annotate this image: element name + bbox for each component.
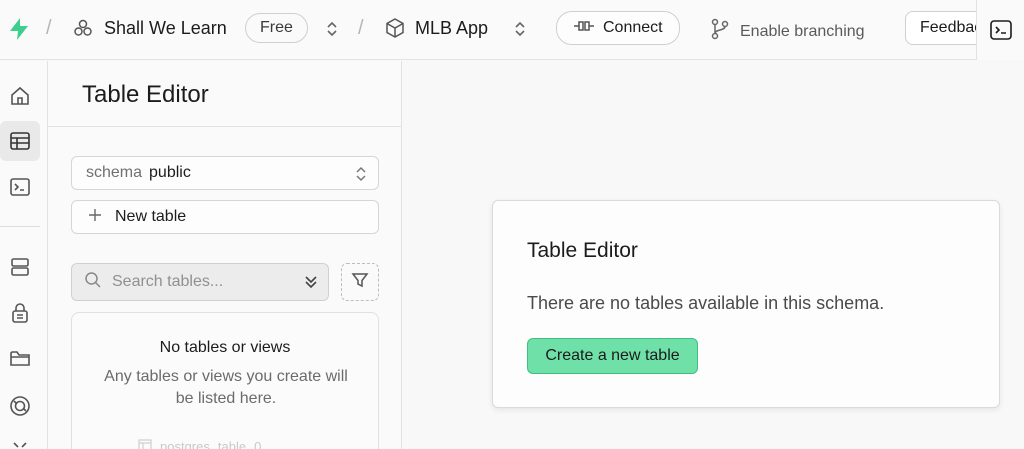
search-icon [84,271,102,294]
connect-button[interactable]: Connect [556,11,680,45]
project-cube-icon [384,17,406,39]
feedback-button[interactable]: Feedback [905,11,985,45]
table-editor-side-panel: Table Editor schema public New table No … [48,61,402,449]
new-table-button[interactable]: New table [71,200,379,234]
realtime-icon[interactable] [0,386,40,426]
empty-description: Any tables or views you create will be l… [104,368,348,407]
enable-branching-label: Enable branching [740,22,865,40]
schema-label: schema [86,164,143,181]
plug-icon [573,19,595,38]
edge-functions-icon[interactable] [0,429,40,449]
plan-badge: Free [245,13,308,43]
project-name[interactable]: MLB App [415,18,488,39]
card-description: There are no tables available in this sc… [527,293,885,313]
supabase-logo-icon[interactable] [6,16,32,42]
ghost-name: table [217,439,247,449]
schema-value: public [149,164,191,181]
empty-schema-card: Table Editor There are no tables availab… [492,200,1000,408]
ghost-schema: postgres [160,439,210,449]
main-content: Table Editor There are no tables availab… [403,61,1024,449]
create-new-table-button[interactable]: Create a new table [527,338,698,374]
empty-title: No tables or views [159,339,291,356]
plus-icon [88,208,102,227]
org-name[interactable]: Shall We Learn [104,18,227,39]
search-tables-input[interactable] [112,273,292,291]
search-tables-field[interactable] [71,263,329,301]
panel-header: Table Editor [48,61,401,127]
auth-lock-icon[interactable] [0,293,40,333]
database-icon[interactable] [0,247,40,287]
project-switcher-chevron-icon[interactable] [513,19,527,39]
left-nav-rail [0,61,48,449]
ghost-count: 0 [254,439,262,449]
schema-selector[interactable]: schema public [71,156,379,190]
home-icon[interactable] [0,76,40,116]
breadcrumb-separator: / [358,17,364,39]
enable-branching-button[interactable]: Enable branching [710,18,865,45]
chevrons-down-icon[interactable] [304,274,318,295]
filter-button[interactable] [341,263,379,301]
breadcrumb-separator: / [46,17,52,39]
org-icon [72,17,94,39]
ghost-table-row: postgres table 0 [138,439,261,449]
table-icon [138,439,152,449]
connect-label: Connect [603,19,663,36]
chevron-up-down-icon [354,165,368,188]
card-title: Table Editor [527,239,638,262]
panel-title: Table Editor [82,81,209,108]
storage-folder-icon[interactable] [0,338,40,378]
top-bar: / Shall We Learn Free / MLB App Connect … [0,0,1024,60]
git-branch-icon [710,18,730,45]
new-table-label: New table [115,208,187,225]
filter-funnel-icon [351,271,369,294]
rail-divider [0,226,40,227]
sql-editor-icon[interactable] [0,167,40,207]
org-switcher-chevron-icon[interactable] [325,19,339,39]
table-editor-icon[interactable] [0,121,40,161]
command-terminal-icon[interactable] [976,0,1024,60]
empty-tables-state: No tables or views Any tables or views y… [71,312,379,449]
